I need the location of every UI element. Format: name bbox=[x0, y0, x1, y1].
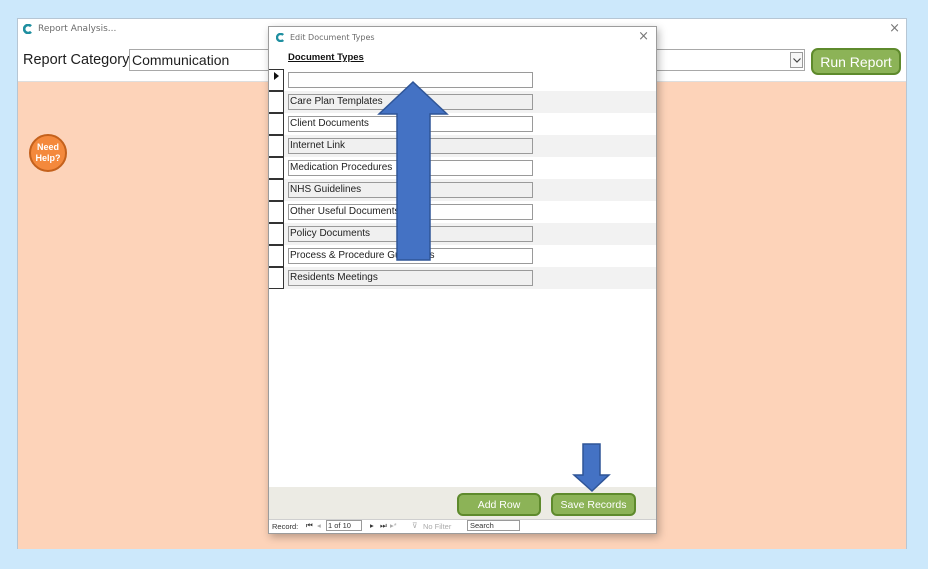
record-selector[interactable] bbox=[269, 69, 284, 91]
record-selector[interactable] bbox=[269, 179, 284, 201]
list-row bbox=[269, 69, 656, 91]
document-type-field[interactable]: Client Documents bbox=[288, 116, 533, 132]
dialog-title: Edit Document Types bbox=[290, 33, 375, 42]
no-filter-toggle[interactable]: No Filter bbox=[423, 522, 451, 531]
list-row: Internet Link bbox=[269, 135, 656, 157]
document-types-header: Document Types bbox=[288, 52, 364, 63]
previous-record-icon[interactable]: ◂ bbox=[317, 521, 321, 530]
document-type-field[interactable]: Residents Meetings bbox=[288, 270, 533, 286]
record-selector[interactable] bbox=[269, 201, 284, 223]
list-row: Client Documents bbox=[269, 113, 656, 135]
dialog-app-logo-icon bbox=[276, 33, 285, 42]
list-row: Residents Meetings bbox=[269, 267, 656, 289]
document-type-field[interactable]: Policy Documents bbox=[288, 226, 533, 242]
list-row: Other Useful Documents bbox=[269, 201, 656, 223]
document-type-field[interactable]: Internet Link bbox=[288, 138, 533, 154]
document-type-field[interactable]: Other Useful Documents bbox=[288, 204, 533, 220]
document-type-field[interactable]: Process & Procedure Guidelines bbox=[288, 248, 533, 264]
report-category-label: Report Category: bbox=[23, 52, 134, 68]
document-types-list: Care Plan Templates Client Documents Int… bbox=[269, 69, 656, 289]
dialog-close-icon[interactable]: × bbox=[638, 29, 649, 44]
main-close-icon[interactable]: × bbox=[889, 21, 900, 36]
save-records-button[interactable]: Save Records bbox=[551, 493, 636, 516]
report-category-value: Communication bbox=[132, 52, 230, 68]
add-row-button[interactable]: Add Row bbox=[457, 493, 541, 516]
next-record-icon[interactable]: ▸ bbox=[370, 521, 374, 530]
list-row: Medication Procedures bbox=[269, 157, 656, 179]
record-position-field[interactable]: 1 of 10 bbox=[326, 520, 362, 531]
new-record-icon[interactable]: ▸* bbox=[390, 521, 397, 530]
list-row: NHS Guidelines bbox=[269, 179, 656, 201]
current-record-triangle-icon bbox=[274, 72, 279, 80]
edit-document-types-dialog: Edit Document Types × Document Types Car… bbox=[268, 26, 657, 534]
record-selector[interactable] bbox=[269, 113, 284, 135]
first-record-icon[interactable]: ⏮ bbox=[306, 521, 313, 531]
dialog-titlebar: Edit Document Types × bbox=[269, 27, 656, 49]
record-search-input[interactable]: Search bbox=[467, 520, 520, 531]
run-report-button[interactable]: Run Report bbox=[811, 48, 901, 75]
document-type-field[interactable] bbox=[288, 72, 533, 88]
document-type-field[interactable]: Care Plan Templates bbox=[288, 94, 533, 110]
main-window-title: Report Analysis... bbox=[38, 24, 117, 34]
record-selector[interactable] bbox=[269, 91, 284, 113]
filter-icon: ⊽ bbox=[412, 521, 418, 530]
last-record-icon[interactable]: ⏭ bbox=[380, 521, 387, 531]
list-row: Policy Documents bbox=[269, 223, 656, 245]
document-type-field[interactable]: Medication Procedures bbox=[288, 160, 533, 176]
dialog-footer: Add Row Save Records bbox=[269, 487, 656, 519]
record-selector[interactable] bbox=[269, 245, 284, 267]
record-selector[interactable] bbox=[269, 135, 284, 157]
record-navigation-bar: Record: ⏮ ◂ 1 of 10 ▸ ⏭ ▸* ⊽ No Filter S… bbox=[269, 519, 656, 534]
document-type-field[interactable]: NHS Guidelines bbox=[288, 182, 533, 198]
app-logo-icon bbox=[23, 24, 32, 34]
record-nav-label: Record: bbox=[272, 522, 299, 531]
need-help-button[interactable]: Need Help? bbox=[29, 134, 67, 172]
list-row: Process & Procedure Guidelines bbox=[269, 245, 656, 267]
chevron-down-icon[interactable] bbox=[790, 52, 803, 68]
record-selector[interactable] bbox=[269, 223, 284, 245]
list-row: Care Plan Templates bbox=[269, 91, 656, 113]
record-selector[interactable] bbox=[269, 157, 284, 179]
record-selector[interactable] bbox=[269, 267, 284, 289]
